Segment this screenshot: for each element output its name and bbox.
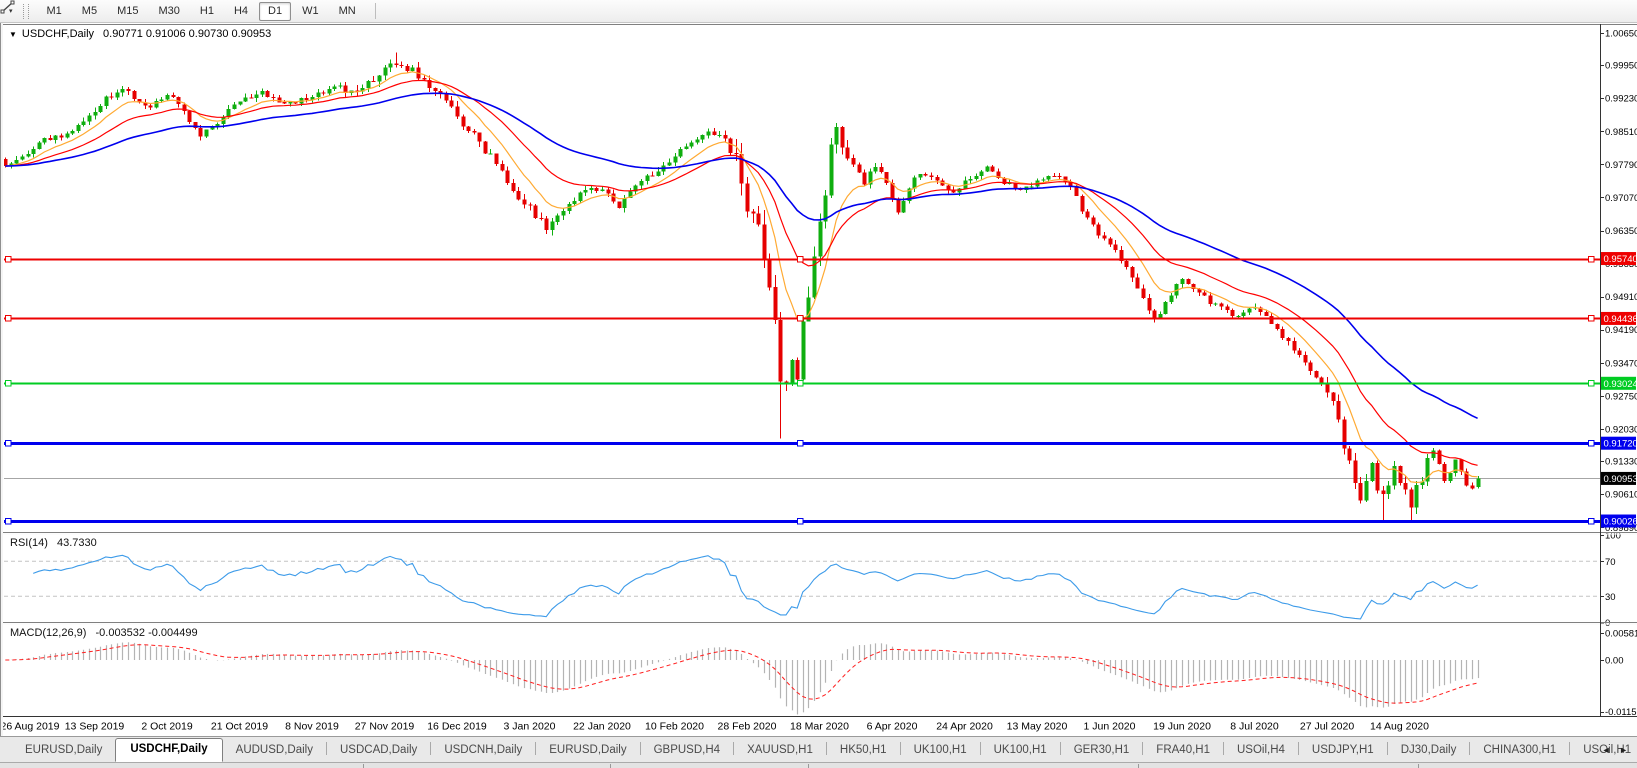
- bottom-tab-uk100-h1-9[interactable]: UK100,H1: [901, 740, 980, 762]
- bottom-tab-hk50-h1-8[interactable]: HK50,H1: [827, 740, 900, 762]
- timeframe-button-h1[interactable]: H1: [191, 2, 223, 21]
- timeframe-button-d1[interactable]: D1: [259, 1, 292, 21]
- timeframe-button-w1[interactable]: W1: [293, 2, 328, 21]
- svg-text:0.97790: 0.97790: [1605, 160, 1637, 171]
- toolbar-separator: [374, 3, 376, 19]
- svg-text:0.99950: 0.99950: [1605, 61, 1637, 72]
- svg-text:0.005818: 0.005818: [1605, 629, 1637, 640]
- svg-text:0.93024: 0.93024: [1604, 379, 1637, 390]
- svg-text:18 Mar 2020: 18 Mar 2020: [790, 721, 849, 733]
- svg-text:8 Nov 2019: 8 Nov 2019: [285, 721, 339, 733]
- chart-title: ▼ USDCHF,Daily 0.90771 0.91006 0.90730 0…: [9, 28, 271, 40]
- timeframe-button-h4[interactable]: H4: [225, 2, 257, 21]
- svg-text:10 Feb 2020: 10 Feb 2020: [645, 721, 704, 733]
- svg-text:24 Apr 2020: 24 Apr 2020: [936, 721, 993, 733]
- bottom-tab-china300-h1-16[interactable]: CHINA300,H1: [1470, 740, 1569, 762]
- macd-indicator-label: MACD(12,26,9) -0.003532 -0.004499: [10, 627, 198, 639]
- svg-text:0.90610: 0.90610: [1605, 490, 1637, 501]
- svg-text:0.95740: 0.95740: [1604, 254, 1637, 265]
- svg-text:26 Aug 2019: 26 Aug 2019: [1, 721, 60, 733]
- svg-text:0.90026: 0.90026: [1604, 517, 1637, 528]
- window-left-edge: [0, 23, 3, 762]
- chart-tab-bar: EURUSD,Daily USDCHF,Daily AUDUSD,Daily USDC…: [0, 736, 1637, 762]
- tab-scroll-arrows: ◄ ►: [1602, 745, 1631, 755]
- bottom-tab-ger30-h1-11[interactable]: GER30,H1: [1061, 740, 1143, 762]
- collapse-indicator-icon[interactable]: ▼: [9, 30, 17, 39]
- svg-text:16 Dec 2019: 16 Dec 2019: [427, 721, 487, 733]
- svg-text:0.00: 0.00: [1605, 656, 1624, 667]
- svg-text:0.91330: 0.91330: [1605, 457, 1637, 468]
- chart-canvas[interactable]: 1.00650 0.99950 0.99230 0.98510 0.97790 0.970…: [0, 0, 1637, 768]
- svg-text:0.92030: 0.92030: [1605, 424, 1637, 435]
- bottom-tab-uk100-h1-10[interactable]: UK100,H1: [981, 740, 1060, 762]
- bottom-tab-eurusd-daily-0[interactable]: EURUSD,Daily: [12, 740, 115, 762]
- macd-current-values: -0.003532 -0.004499: [95, 627, 198, 639]
- svg-text:0.98510: 0.98510: [1605, 127, 1637, 138]
- svg-text:0.90953: 0.90953: [1604, 474, 1637, 485]
- svg-text:21 Oct 2019: 21 Oct 2019: [211, 721, 268, 733]
- svg-text:13 Sep 2019: 13 Sep 2019: [65, 721, 125, 733]
- bottom-tab-xauusd-h1-7[interactable]: XAUUSD,H1: [734, 740, 826, 762]
- timeframe-button-mn[interactable]: MN: [330, 2, 365, 21]
- svg-text:0.91720: 0.91720: [1604, 439, 1637, 450]
- svg-text:2 Oct 2019: 2 Oct 2019: [141, 721, 193, 733]
- svg-text:8 Jul 2020: 8 Jul 2020: [1230, 721, 1279, 733]
- svg-text:0.97070: 0.97070: [1605, 193, 1637, 204]
- svg-text:27 Jul 2020: 27 Jul 2020: [1300, 721, 1354, 733]
- svg-text:6 Apr 2020: 6 Apr 2020: [867, 721, 918, 733]
- bottom-tab-fra40-h1-12[interactable]: FRA40,H1: [1143, 740, 1223, 762]
- svg-text:22 Jan 2020: 22 Jan 2020: [573, 721, 631, 733]
- svg-text:0.94190: 0.94190: [1605, 325, 1637, 336]
- timeframe-toolbar: ▾ M1 M5 M15 M30 H1 H4 D1 W1 MN: [0, 0, 1637, 23]
- svg-text:0.99230: 0.99230: [1605, 94, 1637, 105]
- timeframe-button-m1[interactable]: M1: [38, 2, 71, 21]
- svg-text:27 Nov 2019: 27 Nov 2019: [355, 721, 415, 733]
- chart-ohlc-values: 0.90771 0.91006 0.90730 0.90953: [103, 28, 272, 40]
- bottom-tab-usdcnh-daily-4[interactable]: USDCNH,Daily: [431, 740, 535, 762]
- bottom-tab-gbpusd-h4-6[interactable]: GBPUSD,H4: [641, 740, 733, 762]
- tab-scroll-left-icon[interactable]: ◄: [1602, 745, 1614, 755]
- bottom-tab-usdcad-daily-3[interactable]: USDCAD,Daily: [327, 740, 430, 762]
- timeframe-button-m5[interactable]: M5: [73, 2, 106, 21]
- svg-text:70: 70: [1605, 557, 1616, 568]
- svg-text:0.93470: 0.93470: [1605, 358, 1637, 369]
- svg-text:13 May 2020: 13 May 2020: [1007, 721, 1068, 733]
- rsi-current-value: 43.7330: [56, 537, 97, 549]
- svg-text:1 Jun 2020: 1 Jun 2020: [1084, 721, 1136, 733]
- bottom-tab-usdjpy-h1-14[interactable]: USDJPY,H1: [1299, 740, 1387, 762]
- svg-text:19 Jun 2020: 19 Jun 2020: [1153, 721, 1211, 733]
- rsi-name: RSI(14): [10, 537, 48, 549]
- status-strip: [0, 762, 1637, 768]
- svg-text:30: 30: [1605, 592, 1616, 603]
- svg-text:28 Feb 2020: 28 Feb 2020: [718, 721, 777, 733]
- bottom-tab-dj30-daily-15[interactable]: DJ30,Daily: [1388, 740, 1470, 762]
- bottom-tab-usoil-h4-13[interactable]: USOil,H4: [1224, 740, 1298, 762]
- svg-text:0.94436: 0.94436: [1604, 314, 1637, 325]
- svg-text:14 Aug 2020: 14 Aug 2020: [1370, 721, 1429, 733]
- svg-text:0.94910: 0.94910: [1605, 292, 1637, 303]
- svg-text:0.92750: 0.92750: [1605, 391, 1637, 402]
- svg-text:0.96350: 0.96350: [1605, 226, 1637, 237]
- bottom-tab-usdchf-daily-1[interactable]: USDCHF,Daily: [115, 738, 223, 762]
- rsi-indicator-label: RSI(14) 43.7330: [10, 537, 97, 549]
- bottom-tab-eurusd-daily-5[interactable]: EURUSD,Daily: [536, 740, 639, 762]
- timeframe-button-m30[interactable]: M30: [149, 2, 188, 21]
- bottom-tab-audusd-daily-2[interactable]: AUDUSD,Daily: [223, 740, 326, 762]
- tab-scroll-right-icon[interactable]: ►: [1619, 745, 1631, 755]
- chart-symbol-label: USDCHF,Daily: [21, 28, 95, 40]
- timeframe-button-m15[interactable]: M15: [108, 2, 147, 21]
- svg-text:1.00650: 1.00650: [1605, 29, 1637, 40]
- macd-name: MACD(12,26,9): [10, 627, 87, 639]
- toolbar-grip[interactable]: [22, 3, 29, 19]
- svg-text:3 Jan 2020: 3 Jan 2020: [504, 721, 556, 733]
- trading-platform-window: 1.00650 0.99950 0.99230 0.98510 0.97790 0.970…: [0, 0, 1637, 768]
